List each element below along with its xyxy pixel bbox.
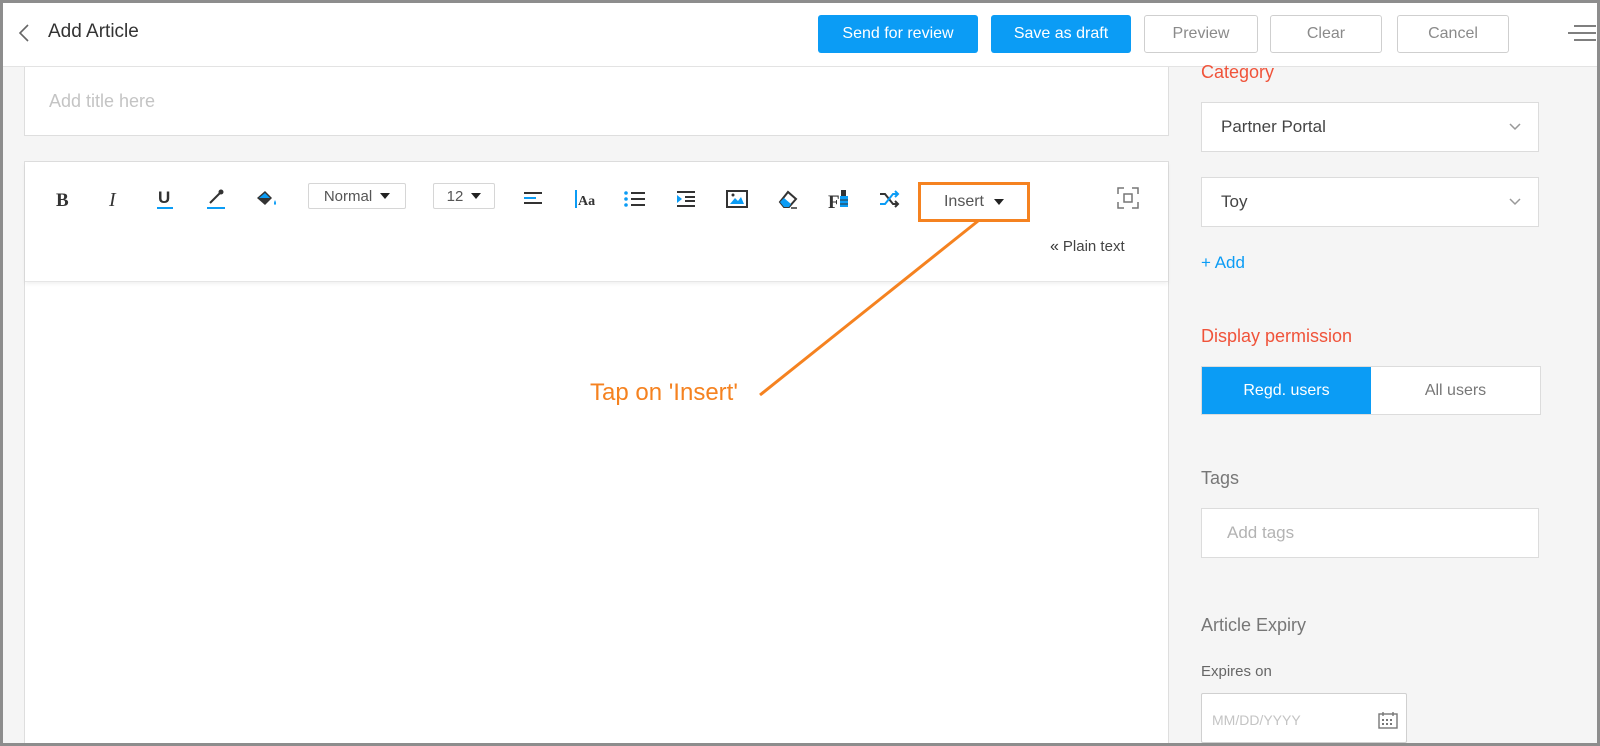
- top-bar: Add Article Send for review Save as draf…: [3, 3, 1597, 67]
- svg-text:F: F: [828, 192, 840, 211]
- paragraph-format-value: Normal: [323, 187, 373, 205]
- subcategory-select[interactable]: Toy: [1201, 177, 1539, 227]
- svg-text:U: U: [158, 188, 170, 207]
- tags-label: Tags: [1201, 468, 1240, 488]
- chevron-down-icon: [1509, 123, 1521, 131]
- fullscreen-icon[interactable]: [1116, 186, 1140, 210]
- svg-text:B: B: [56, 190, 69, 209]
- tags-field-container: [1201, 508, 1539, 558]
- svg-text:Aa: Aa: [578, 194, 595, 209]
- background-color-icon[interactable]: [252, 184, 282, 214]
- app-frame: Add Article Send for review Save as draf…: [0, 0, 1600, 746]
- send-for-review-button[interactable]: Send for review: [818, 15, 978, 53]
- clear-button[interactable]: Clear: [1270, 15, 1382, 53]
- indent-icon[interactable]: [671, 184, 701, 214]
- paragraph-format-select[interactable]: Normal: [308, 183, 406, 209]
- page-title: Add Article: [48, 21, 139, 42]
- chevron-down-icon: [994, 199, 1004, 205]
- cancel-button[interactable]: Cancel: [1397, 15, 1509, 53]
- text-color-icon[interactable]: [201, 184, 231, 214]
- expires-on-label: Expires on: [1201, 663, 1272, 680]
- underline-icon[interactable]: U: [150, 184, 180, 214]
- plain-text-toggle[interactable]: «Plain text: [1050, 238, 1125, 256]
- svg-text:I: I: [108, 189, 117, 209]
- insert-dropdown[interactable]: Insert: [918, 182, 1030, 222]
- eraser-icon[interactable]: [773, 184, 803, 214]
- font-format-icon[interactable]: F: [824, 184, 854, 214]
- italic-icon[interactable]: I: [99, 184, 129, 214]
- font-size-value: 12: [446, 187, 464, 205]
- permission-toggle: Regd. users All users: [1201, 366, 1541, 415]
- preview-button[interactable]: Preview: [1144, 15, 1258, 53]
- chevron-down-icon: [471, 193, 482, 199]
- title-field-container: [24, 67, 1169, 136]
- subcategory-value: Toy: [1221, 192, 1248, 211]
- expiry-date-input[interactable]: [1212, 712, 1362, 728]
- category-label: Category: [1201, 62, 1275, 82]
- chevron-down-icon: [380, 193, 391, 199]
- image-icon[interactable]: [722, 184, 752, 214]
- permission-option-registered-users[interactable]: Regd. users: [1202, 367, 1371, 414]
- align-left-icon[interactable]: [518, 184, 548, 214]
- plain-text-label: Plain text: [1062, 238, 1125, 255]
- calendar-icon[interactable]: [1378, 711, 1398, 729]
- menu-icon[interactable]: [1568, 21, 1596, 45]
- font-size-select[interactable]: 12: [433, 183, 495, 209]
- title-input[interactable]: [49, 87, 1129, 115]
- tags-input[interactable]: [1227, 523, 1517, 543]
- category-value: Partner Portal: [1221, 117, 1326, 136]
- editor-toolbar: B I U Normal 12 Aa F Insert « Plain text: [25, 162, 1168, 282]
- bold-icon[interactable]: B: [48, 184, 78, 214]
- insert-label: Insert: [943, 193, 984, 210]
- category-select[interactable]: Partner Portal: [1201, 102, 1539, 152]
- expiry-date-field: [1201, 693, 1407, 743]
- add-category-link[interactable]: + Add: [1201, 253, 1245, 273]
- rich-text-editor: B I U Normal 12 Aa F Insert « Plain text: [24, 161, 1169, 743]
- double-chevron-left-icon: «: [1050, 238, 1059, 255]
- display-permission-label: Display permission: [1201, 326, 1353, 346]
- font-family-icon[interactable]: Aa: [569, 184, 599, 214]
- save-as-draft-button[interactable]: Save as draft: [991, 15, 1131, 53]
- shuffle-icon[interactable]: [875, 184, 905, 214]
- bullet-list-icon[interactable]: [620, 184, 650, 214]
- back-arrow-icon[interactable]: [13, 21, 37, 45]
- chevron-down-icon: [1509, 198, 1521, 206]
- annotation-label: Tap on 'Insert': [590, 379, 738, 406]
- permission-option-all-users[interactable]: All users: [1371, 367, 1540, 414]
- article-expiry-label: Article Expiry: [1201, 615, 1307, 635]
